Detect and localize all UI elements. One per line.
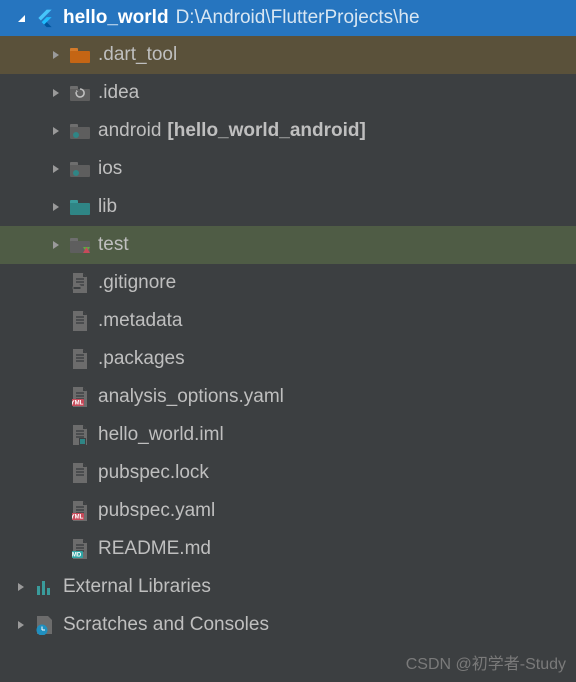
svg-text:MD: MD (72, 553, 82, 559)
file-plain-icon (69, 310, 91, 332)
project-root-name: hello_world (63, 7, 169, 29)
tree-item-label: .metadata (98, 310, 183, 332)
chevron-right-icon (14, 580, 28, 594)
tree-item-label: Scratches and Consoles (63, 614, 269, 636)
folder-teal-icon (69, 196, 91, 218)
tree-item-label: test (98, 234, 129, 256)
svg-text:YML: YML (72, 515, 84, 521)
folder-module-icon (69, 120, 91, 142)
chevron-right-icon (49, 238, 63, 252)
tree-item--dart-tool[interactable]: .dart_tool (0, 36, 576, 74)
tree-item-external-libraries[interactable]: External Libraries (0, 568, 576, 606)
tree-item-lib[interactable]: lib (0, 188, 576, 226)
svg-text:YML: YML (72, 401, 84, 407)
chevron-down-icon (14, 11, 28, 25)
tree-item-scratches-and-consoles[interactable]: Scratches and Consoles (0, 606, 576, 644)
project-root-path: D:\Android\FlutterProjects\he (176, 7, 420, 29)
tree-item-label: pubspec.yaml (98, 500, 215, 522)
tree-item-label: pubspec.lock (98, 462, 209, 484)
file-gitignore-icon (69, 272, 91, 294)
file-plain-icon (69, 462, 91, 484)
chevron-right-icon (49, 48, 63, 62)
file-yaml-icon: YML (69, 386, 91, 408)
tree-item-label: .dart_tool (98, 44, 177, 66)
file-iml-icon (69, 424, 91, 446)
tree-item-label: ios (98, 158, 122, 180)
tree-item-pubspec-lock[interactable]: pubspec.lock (0, 454, 576, 492)
folder-spin-icon (69, 82, 91, 104)
tree-item--metadata[interactable]: .metadata (0, 302, 576, 340)
module-suffix: [hello_world_android] (167, 120, 365, 142)
tree-item-ios[interactable]: ios (0, 150, 576, 188)
tree-item-label: .idea (98, 82, 139, 104)
tree-item--gitignore[interactable]: .gitignore (0, 264, 576, 302)
tree-item-label: README.md (98, 538, 211, 560)
file-plain-icon (69, 348, 91, 370)
tree-item-label: .packages (98, 348, 185, 370)
tree-item-readme-md[interactable]: MD README.md (0, 530, 576, 568)
tree-item-label: External Libraries (63, 576, 211, 598)
tree-item-android[interactable]: android [hello_world_android] (0, 112, 576, 150)
chevron-right-icon (49, 86, 63, 100)
tree-item-label: .gitignore (98, 272, 176, 294)
chevron-right-icon (49, 124, 63, 138)
tree-item--idea[interactable]: .idea (0, 74, 576, 112)
chevron-right-icon (49, 200, 63, 214)
tree-item-label: android (98, 120, 161, 142)
folder-orange-icon (69, 44, 91, 66)
watermark-text: CSDN @初学者-Study (406, 650, 566, 674)
scratches-icon (34, 614, 56, 636)
folder-test-icon (69, 234, 91, 256)
tree-item-test[interactable]: test (0, 226, 576, 264)
chevron-right-icon (14, 618, 28, 632)
tree-item-analysis-options-yaml[interactable]: YML analysis_options.yaml (0, 378, 576, 416)
chevron-right-icon (49, 162, 63, 176)
tree-item-label: analysis_options.yaml (98, 386, 284, 408)
project-root-row[interactable]: hello_world D:\Android\FlutterProjects\h… (0, 0, 576, 36)
tree-item-label: lib (98, 196, 117, 218)
tree-item-label: hello_world.iml (98, 424, 224, 446)
folder-module-icon (69, 158, 91, 180)
flutter-icon (34, 7, 56, 29)
file-yaml-icon: YML (69, 500, 91, 522)
file-md-icon: MD (69, 538, 91, 560)
tree-item-hello-world-iml[interactable]: hello_world.iml (0, 416, 576, 454)
ext-libs-icon (34, 576, 56, 598)
tree-item-pubspec-yaml[interactable]: YML pubspec.yaml (0, 492, 576, 530)
tree-item--packages[interactable]: .packages (0, 340, 576, 378)
